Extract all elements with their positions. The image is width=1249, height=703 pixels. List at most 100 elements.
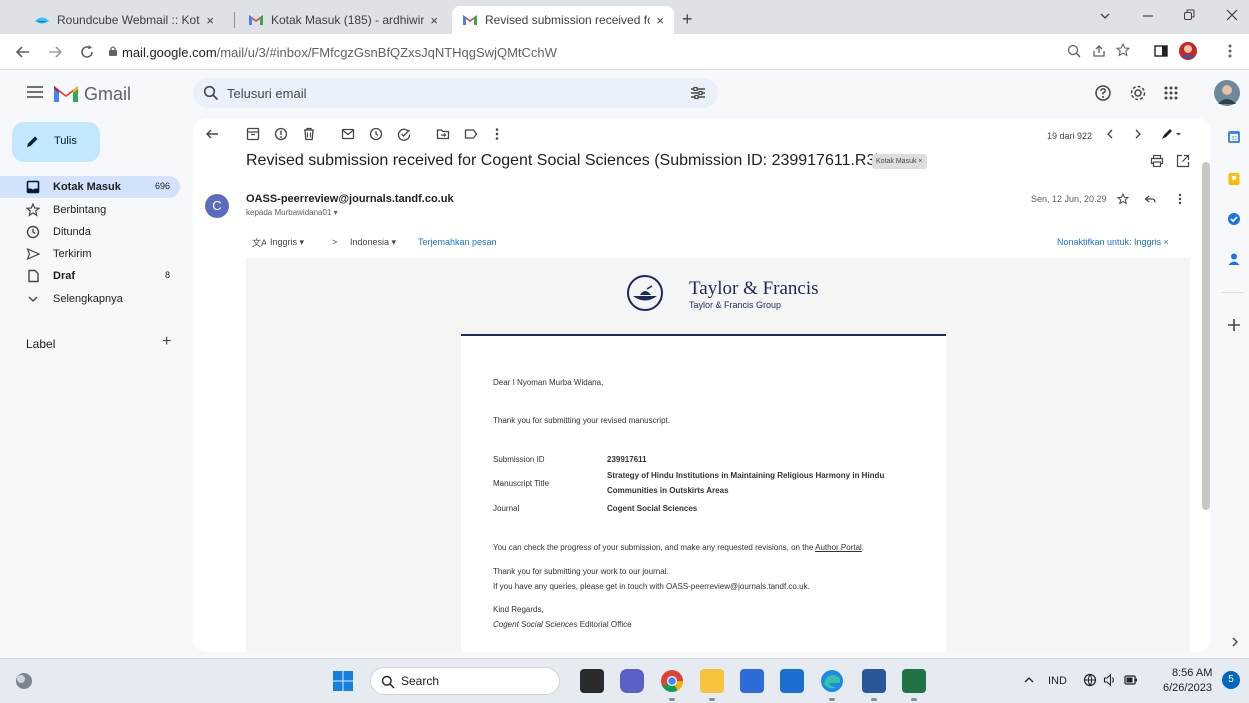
sender-avatar[interactable]: C	[205, 194, 229, 218]
tasks-icon[interactable]	[1227, 212, 1241, 226]
print-icon[interactable]	[1150, 154, 1164, 168]
add-task-icon[interactable]	[397, 127, 411, 141]
target-language-select[interactable]: Indonesia ▾	[350, 237, 396, 248]
sidebar-item-snoozed[interactable]: Ditunda	[0, 221, 180, 243]
tab-title: Revised submission received for	[485, 13, 651, 27]
url-text[interactable]: mail.google.com/mail/u/3/#inbox/FMfcgzGs…	[122, 45, 557, 60]
teams-chat-icon[interactable]	[620, 669, 644, 693]
snooze-icon[interactable]	[369, 127, 383, 141]
close-icon[interactable]: ×	[206, 13, 214, 28]
calendar-icon[interactable]: 31	[1227, 130, 1241, 144]
side-panel-icon[interactable]	[1154, 44, 1168, 58]
taskbar-search-input[interactable]	[401, 668, 551, 694]
microsoft-store-icon[interactable]	[740, 669, 764, 693]
progress-text: You can check the progress of your submi…	[493, 543, 816, 552]
task-view-icon[interactable]	[580, 669, 604, 693]
sender-address[interactable]: OASS-peerreview@journals.tandf.co.uk	[246, 193, 454, 205]
reload-icon[interactable]	[78, 43, 96, 61]
taskbar-search[interactable]	[370, 667, 560, 695]
sidebar-item-inbox[interactable]: Kotak Masuk 696	[0, 176, 180, 198]
account-avatar-icon[interactable]	[1214, 80, 1240, 106]
get-addons-plus-icon[interactable]	[1227, 318, 1241, 332]
archive-icon[interactable]	[246, 127, 260, 141]
close-window-icon[interactable]	[1226, 9, 1238, 21]
weather-widget-icon[interactable]	[14, 671, 34, 691]
search-icon[interactable]	[203, 85, 219, 101]
message-more-icon[interactable]	[1178, 193, 1182, 205]
older-chevron-icon[interactable]	[1133, 128, 1143, 140]
inbox-label-chip[interactable]: Kotak Masuk ×	[872, 154, 927, 169]
search-bar[interactable]	[193, 78, 718, 108]
help-icon[interactable]	[1094, 84, 1112, 102]
battery-icon[interactable]	[1124, 674, 1138, 686]
input-language[interactable]: IND	[1048, 675, 1067, 687]
star-icon[interactable]	[1117, 193, 1129, 205]
report-spam-icon[interactable]	[274, 127, 288, 141]
clock-date[interactable]: 6/26/2023	[1163, 682, 1212, 694]
sidebar-item-drafts[interactable]: Draf 8	[0, 265, 180, 287]
compose-button[interactable]: Tulis	[12, 122, 100, 162]
close-icon[interactable]: ×	[430, 13, 438, 28]
forward-icon[interactable]	[46, 43, 64, 61]
expand-panel-chevron-icon[interactable]	[1231, 636, 1239, 648]
recipient-line[interactable]: kepada Murbawidana01 ▾	[246, 208, 338, 217]
label-icon[interactable]	[464, 127, 478, 141]
main-menu-icon[interactable]	[27, 86, 43, 98]
volume-icon[interactable]	[1103, 673, 1117, 687]
source-language-select[interactable]: Inggris ▾	[270, 237, 304, 248]
contacts-icon[interactable]	[1227, 252, 1241, 266]
translate-message-link[interactable]: Terjemahkan pesan	[418, 237, 497, 247]
tab-gmail-inbox[interactable]: Kotak Masuk (185) - ardhiwiraw ×	[238, 6, 448, 34]
mark-unread-icon[interactable]	[341, 127, 355, 141]
sidebar-item-sent[interactable]: Terkirim	[0, 243, 180, 265]
restore-icon[interactable]	[1183, 9, 1195, 21]
tab-roundcube[interactable]: Roundcube Webmail :: Kotak Ma ×	[24, 6, 224, 34]
author-portal-link[interactable]: Author Portal	[815, 543, 862, 552]
edge-icon[interactable]	[820, 669, 844, 693]
network-icon[interactable]	[1083, 673, 1097, 687]
windows-start-icon[interactable]	[333, 671, 353, 691]
sidebar-item-more[interactable]: Selengkapnya	[0, 288, 180, 310]
search-input[interactable]	[227, 78, 667, 108]
delete-icon[interactable]	[302, 127, 316, 141]
file-explorer-icon[interactable]	[700, 669, 724, 693]
profile-avatar-icon[interactable]	[1178, 41, 1198, 61]
share-icon[interactable]	[1092, 44, 1106, 58]
sidebar-item-starred[interactable]: Berbintang	[0, 199, 180, 221]
more-menu-icon[interactable]	[1228, 44, 1232, 58]
gmail-logo-text[interactable]: Gmail	[84, 84, 131, 105]
newer-chevron-icon[interactable]	[1105, 128, 1115, 140]
word-icon[interactable]	[862, 669, 886, 693]
open-new-window-icon[interactable]	[1176, 154, 1190, 168]
notification-badge[interactable]: 5	[1222, 671, 1240, 689]
reply-icon[interactable]	[1144, 193, 1156, 205]
search-filter-icon[interactable]	[690, 85, 706, 101]
bookmark-star-icon[interactable]	[1116, 43, 1130, 57]
clock-time[interactable]: 8:56 AM	[1172, 667, 1212, 679]
settings-gear-icon[interactable]	[1129, 84, 1147, 102]
excel-icon[interactable]	[902, 669, 926, 693]
back-icon[interactable]	[14, 43, 32, 61]
apps-grid-icon[interactable]	[1162, 84, 1180, 102]
mail-app-icon[interactable]	[780, 669, 804, 693]
new-tab-button[interactable]: +	[682, 9, 693, 30]
zoom-icon[interactable]	[1067, 44, 1081, 58]
close-icon[interactable]: ×	[656, 13, 664, 28]
minimize-icon[interactable]	[1142, 14, 1154, 18]
add-label-button[interactable]: +	[162, 333, 171, 351]
hidden-icons-chevron-icon[interactable]	[1024, 676, 1034, 684]
email-scrollbar[interactable]	[1202, 162, 1210, 510]
tab-current-email[interactable]: Revised submission received for ×	[452, 6, 674, 34]
tab-search-icon[interactable]	[1099, 11, 1111, 21]
disable-translate-link[interactable]: Nonaktifkan untuk: Inggris ×	[1057, 237, 1169, 247]
more-actions-icon[interactable]	[495, 127, 499, 141]
input-tools-icon[interactable]	[1161, 128, 1183, 140]
chrome-icon[interactable]	[660, 669, 684, 693]
back-to-inbox-icon[interactable]	[205, 127, 219, 141]
keep-icon[interactable]	[1227, 172, 1241, 186]
greeting: Dear I Nyoman Murba Widana,	[493, 378, 604, 387]
sidebar-item-label: Kotak Masuk	[53, 181, 121, 193]
move-to-icon[interactable]	[436, 127, 450, 141]
gmail-logo-icon[interactable]	[52, 82, 80, 104]
lock-icon[interactable]	[108, 45, 118, 57]
